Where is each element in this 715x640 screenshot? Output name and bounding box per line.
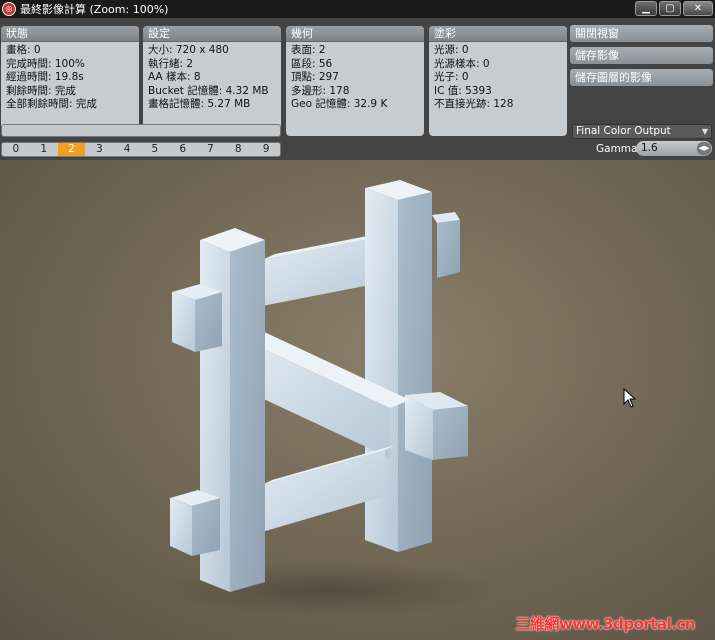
close-icon[interactable]: ✕: [683, 1, 713, 16]
status-header: 狀態: [1, 26, 139, 42]
title-bar: ◎ 最終影像計算 (Zoom: 100%) ▁ ▢ ✕: [0, 0, 715, 18]
buffer-tab-0[interactable]: 0: [2, 143, 30, 156]
gamma-input[interactable]: 1.6 ◀▶: [636, 141, 712, 156]
shading-group: 塗彩 光源: 0 光源樣本: 0 光子: 0 IC 值: 5393 不直接光跡:…: [429, 26, 567, 136]
shading-line: 光源樣本: 0: [434, 57, 490, 70]
settings-line: 執行緒: 2: [148, 57, 194, 70]
buffer-tab-4[interactable]: 4: [113, 143, 141, 156]
geometry-line: 頂點: 297: [291, 71, 339, 84]
status-line: 完成時間: 100%: [6, 57, 85, 70]
block-right-middle: [405, 392, 468, 460]
render-progress-bar: [1, 124, 281, 137]
status-line: 畫格: 0: [6, 44, 41, 56]
maximize-icon[interactable]: ▢: [659, 1, 681, 16]
app-logo-icon: ◎: [2, 2, 16, 16]
status-line: 經過時間: 19.8s: [6, 71, 84, 84]
settings-group: 設定 大小: 720 x 480 執行緒: 2 AA 樣本: 8 Bucket …: [143, 26, 281, 136]
chevron-down-icon: ▼: [701, 127, 708, 136]
shading-line: 不直接光跡: 128: [434, 98, 514, 111]
settings-line: 畫格記憶體: 5.27 MB: [148, 98, 251, 111]
settings-line: Bucket 記憶體: 4.32 MB: [148, 84, 269, 97]
shading-header: 塗彩: [429, 26, 567, 42]
buffer-tab-5[interactable]: 5: [141, 143, 169, 156]
render-info-panel: 狀態 畫格: 0 完成時間: 100% 經過時間: 19.8s 剩餘時間: 完成…: [0, 18, 715, 160]
geometry-line: 多邊形: 178: [291, 84, 350, 97]
geometry-line: 表面: 2: [291, 44, 326, 56]
buffer-tab-8[interactable]: 8: [224, 143, 252, 156]
status-line: 全部剩餘時間: 完成: [6, 98, 97, 111]
buffer-tab-1[interactable]: 1: [30, 143, 58, 156]
save-layered-image-button[interactable]: 儲存圖層的影像: [570, 69, 713, 86]
render-viewport[interactable]: 三維網www.3dportal.cn: [0, 160, 715, 640]
buffer-tabs: 0 1 2 3 4 5 6 7 8 9: [1, 142, 281, 157]
buffer-tab-9[interactable]: 9: [252, 143, 280, 156]
buffer-tab-6[interactable]: 6: [169, 143, 197, 156]
watermark-text: 三維網www.3dportal.cn: [515, 615, 695, 633]
gamma-value: 1.6: [641, 142, 658, 154]
block-right-upper: [432, 212, 460, 278]
status-line: 剩餘時間: 完成: [6, 84, 76, 97]
shading-line: 光子: 0: [434, 71, 469, 84]
shading-line: 光源: 0: [434, 44, 469, 56]
close-viewer-button[interactable]: 關閉視窗: [570, 25, 713, 42]
window-controls: ▁ ▢ ✕: [635, 1, 713, 16]
gamma-spinner-icon[interactable]: ◀▶: [697, 142, 711, 155]
status-group: 狀態 畫格: 0 完成時間: 100% 經過時間: 19.8s 剩餘時間: 完成…: [1, 26, 139, 136]
gamma-label: Gamma: [596, 143, 638, 155]
settings-line: AA 樣本: 8: [148, 71, 201, 84]
geometry-line: 區段: 56: [291, 57, 333, 70]
shading-line: IC 值: 5393: [434, 84, 492, 97]
settings-header: 設定: [143, 26, 281, 42]
output-select[interactable]: Final Color Output ▼: [572, 124, 712, 139]
buffer-tab-2[interactable]: 2: [57, 143, 86, 156]
mouse-cursor-icon: [623, 388, 637, 408]
output-select-value: Final Color Output: [576, 125, 671, 137]
window-title: 最終影像計算 (Zoom: 100%): [20, 3, 169, 16]
block-left-upper: [172, 284, 222, 352]
minimize-icon[interactable]: ▁: [635, 1, 657, 16]
settings-line: 大小: 720 x 480: [148, 44, 229, 56]
buffer-tab-7[interactable]: 7: [197, 143, 225, 156]
save-image-button[interactable]: 儲存影像: [570, 47, 713, 64]
geometry-group: 幾何 表面: 2 區段: 56 頂點: 297 多邊形: 178 Geo 記憶體…: [286, 26, 424, 136]
rendered-scene: [160, 180, 500, 618]
buffer-tab-3[interactable]: 3: [85, 143, 113, 156]
geometry-line: Geo 記憶體: 32.9 K: [291, 98, 388, 111]
geometry-header: 幾何: [286, 26, 424, 42]
block-left-lower: [170, 490, 220, 556]
